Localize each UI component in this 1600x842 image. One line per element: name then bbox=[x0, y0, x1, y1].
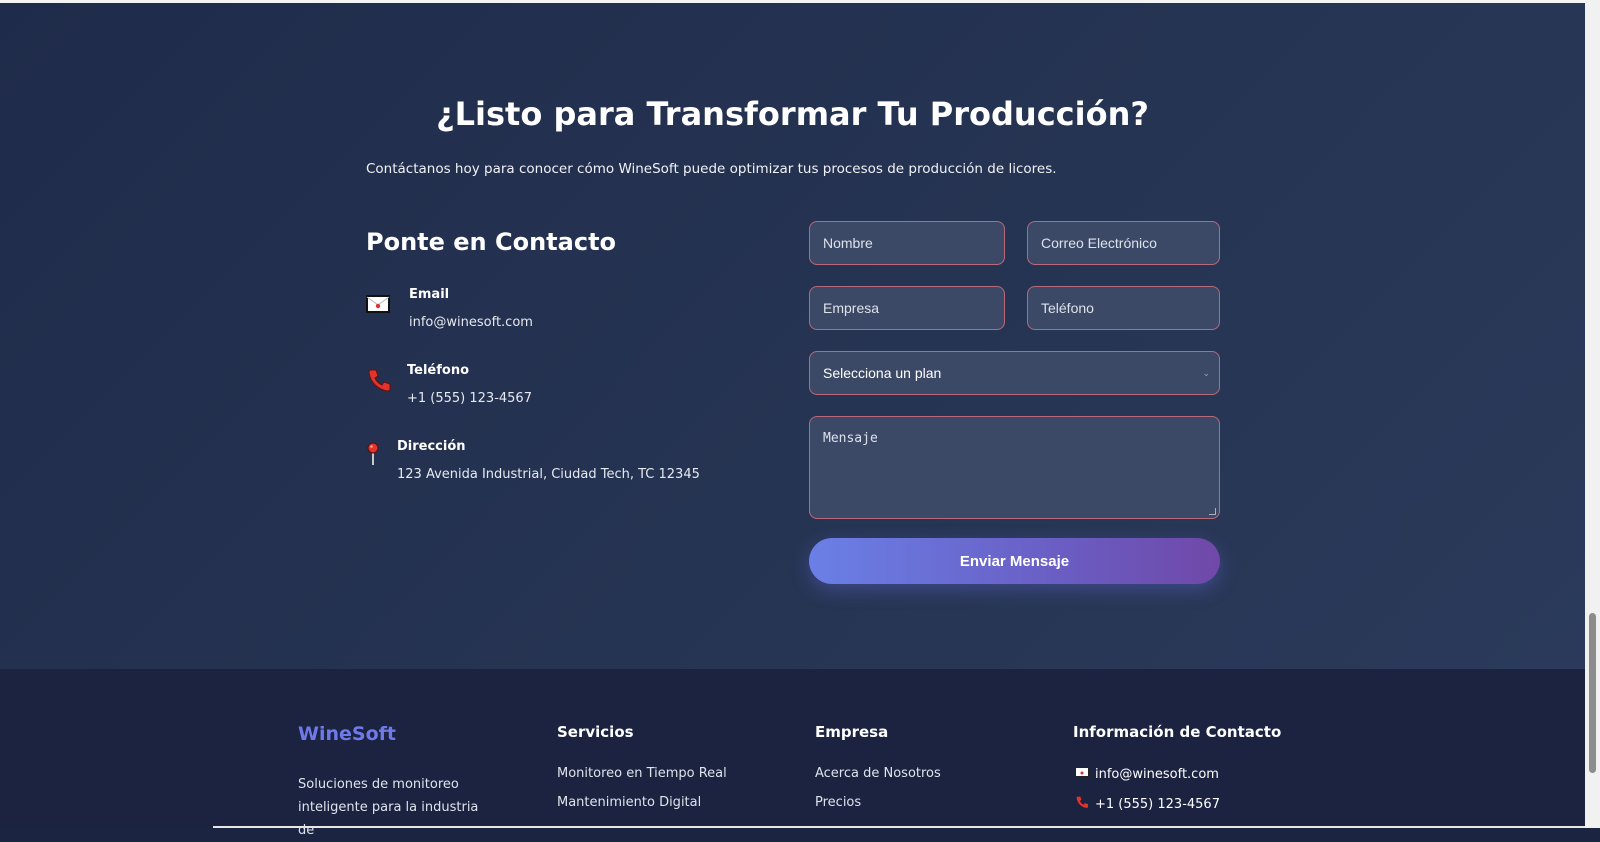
pin-icon bbox=[366, 441, 392, 467]
envelope-icon bbox=[1075, 766, 1089, 782]
scrollbar-thumb[interactable] bbox=[1589, 613, 1596, 773]
footer-column-empresa: Empresa bbox=[815, 723, 888, 741]
page-scrollbar[interactable] bbox=[1585, 0, 1600, 828]
footer-column-title: Empresa bbox=[815, 723, 889, 741]
plan-select-value: Selecciona un plan bbox=[823, 365, 942, 381]
contact-item-value: +1 (555) 123-4567 bbox=[407, 391, 532, 406]
contact-section: ¿Listo para Transformar Tu Producción? C… bbox=[0, 3, 1585, 669]
footer-contact-email-text: info@winesoft.com bbox=[1095, 766, 1219, 782]
contact-item-value: info@winesoft.com bbox=[409, 315, 533, 330]
footer-link[interactable]: Mantenimiento Digital bbox=[557, 795, 701, 810]
footer-column-title: Información de Contacto bbox=[1073, 723, 1282, 741]
footer-brand[interactable]: WineSoft bbox=[298, 723, 396, 745]
footer-link[interactable]: Precios bbox=[815, 795, 861, 810]
contact-heading: Ponte en Contacto bbox=[366, 228, 617, 256]
phone-icon bbox=[1075, 795, 1089, 813]
footer-brand-description: Soluciones de monitoreo inteligente para… bbox=[298, 777, 479, 838]
email-placeholder: Correo Electrónico bbox=[1041, 235, 1157, 251]
section-subtitle: Contáctanos hoy para conocer cómo WineSo… bbox=[366, 161, 1057, 177]
submit-button[interactable]: Enviar Mensaje bbox=[809, 538, 1220, 584]
footer-column-title: Servicios bbox=[557, 723, 634, 741]
contact-item-title: Teléfono bbox=[407, 363, 470, 378]
name-input[interactable]: Nombre bbox=[809, 221, 1005, 265]
phone-input[interactable]: Teléfono bbox=[1027, 286, 1220, 330]
footer-contact-email[interactable]: info@winesoft.com bbox=[1075, 766, 1219, 782]
footer-column-contacto: Información de Contacto bbox=[1073, 723, 1281, 741]
phone-icon bbox=[366, 367, 392, 393]
name-placeholder: Nombre bbox=[823, 235, 873, 251]
footer-contact-phone-text: +1 (555) 123-4567 bbox=[1095, 796, 1220, 812]
email-input[interactable]: Correo Electrónico bbox=[1027, 221, 1220, 265]
company-input[interactable]: Empresa bbox=[809, 286, 1005, 330]
footer-link[interactable]: Acerca de Nosotros bbox=[815, 766, 941, 781]
message-placeholder: Mensaje bbox=[823, 431, 878, 446]
plan-select[interactable]: Selecciona un plan ⌄ bbox=[809, 351, 1220, 395]
resize-handle-icon[interactable] bbox=[1209, 508, 1216, 515]
footer-column-servicios: Servicios bbox=[557, 723, 634, 741]
phone-placeholder: Teléfono bbox=[1041, 300, 1094, 316]
contact-item-title: Email bbox=[409, 287, 450, 302]
footer bbox=[0, 669, 1585, 828]
contact-item-title: Dirección bbox=[397, 439, 466, 454]
section-title: ¿Listo para Transformar Tu Producción? bbox=[436, 95, 1149, 133]
contact-item-value: 123 Avenida Industrial, Ciudad Tech, TC … bbox=[397, 467, 700, 482]
page: ¿Listo para Transformar Tu Producción? C… bbox=[0, 3, 1585, 828]
company-placeholder: Empresa bbox=[823, 300, 880, 316]
chevron-down-icon: ⌄ bbox=[1202, 367, 1210, 378]
envelope-icon bbox=[366, 291, 392, 317]
footer-contact-phone[interactable]: +1 (555) 123-4567 bbox=[1075, 795, 1220, 813]
message-textarea[interactable]: Mensaje bbox=[809, 416, 1220, 519]
footer-link[interactable]: Monitoreo en Tiempo Real bbox=[557, 766, 727, 781]
